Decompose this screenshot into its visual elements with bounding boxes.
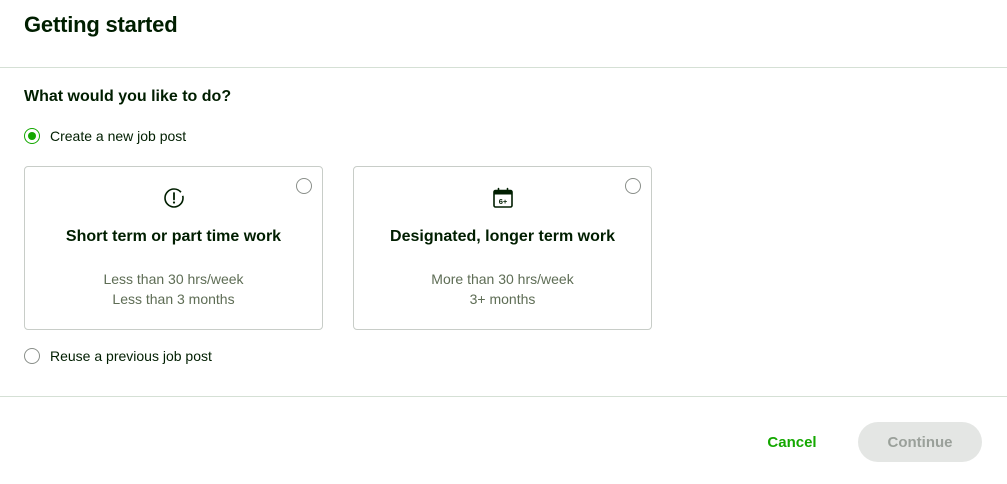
reuse-previous-radio[interactable] (24, 348, 40, 364)
dialog-header: Getting started (0, 0, 1007, 68)
short-term-title: Short term or part time work (65, 228, 282, 245)
longer-term-title: Designated, longer term work (390, 228, 615, 245)
short-term-hours: Less than 30 hrs/week (103, 271, 244, 287)
clock-alert-icon (163, 188, 184, 208)
cancel-button[interactable]: Cancel (756, 422, 828, 462)
longer-term-duration: 3+ months (469, 291, 536, 307)
footer-divider (0, 396, 1007, 397)
create-new-radio[interactable] (24, 128, 40, 144)
longer-term-hours: More than 30 hrs/week (431, 271, 574, 287)
short-term-radio[interactable] (296, 178, 312, 194)
short-term-duration: Less than 3 months (112, 291, 235, 307)
continue-button[interactable]: Continue (858, 422, 982, 462)
calendar-icon-text: 6+ (498, 197, 507, 206)
calendar-6plus-icon: 6+ (492, 187, 513, 208)
create-new-job-post-option[interactable]: Create a new job post (24, 128, 186, 144)
create-new-label: Create a new job post (50, 128, 187, 144)
reuse-previous-job-post-option[interactable]: Reuse a previous job post (24, 348, 212, 364)
longer-term-work-card[interactable]: 6+ Designated, longer term work More tha… (353, 166, 652, 330)
longer-term-radio[interactable] (625, 178, 641, 194)
short-term-work-card[interactable]: Short term or part time work Less than 3… (24, 166, 323, 330)
page-title: Getting started (24, 12, 178, 37)
question-label: What would you like to do? (24, 88, 232, 105)
reuse-previous-label: Reuse a previous job post (50, 348, 212, 364)
